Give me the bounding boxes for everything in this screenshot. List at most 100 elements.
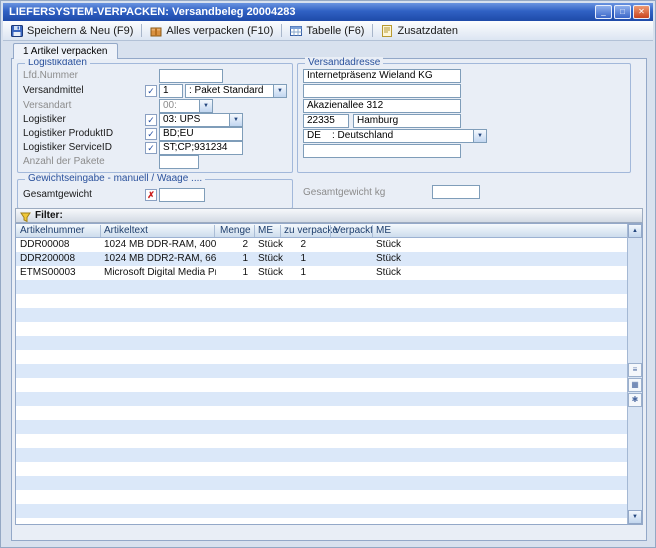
gewichtseingabe-group: Gewichtseingabe - manuell / Waage .... G… (17, 179, 293, 209)
filter-bar[interactable]: Filter: (15, 208, 643, 223)
save-new-button[interactable]: Speichern & Neu (F9) (6, 22, 138, 39)
column-separator (372, 225, 373, 237)
serviceid-edit-check-icon[interactable]: ✓ (145, 142, 157, 154)
pack-all-button[interactable]: Alles verpacken (F10) (145, 22, 278, 39)
table-row-empty[interactable] (16, 378, 627, 392)
vertical-scrollbar[interactable]: ▲ ≡ ▦ ✱ ▼ (627, 224, 642, 524)
logistiker-produktid-field[interactable]: BD;EU (159, 127, 243, 141)
adresse-land-combo[interactable]: DE : Deutschland ▼ (303, 129, 487, 143)
save-icon (11, 25, 23, 37)
versandmittel-value-field[interactable]: 1 (159, 84, 183, 98)
table-row-empty[interactable] (16, 294, 627, 308)
logistiker-label: Logistiker (23, 113, 66, 127)
column-header-me1[interactable]: ME (258, 224, 273, 238)
tab-panel: Logistikdaten Lfd.Nummer Versandmittel ✓… (11, 58, 647, 541)
lfd-nummer-value (163, 70, 219, 82)
table-row-empty[interactable] (16, 434, 627, 448)
table-row[interactable]: DDR200008 1024 MB DDR2-RAM, 667 MHz, PC2… (16, 252, 627, 266)
table-row[interactable]: DDR00008 1024 MB DDR-RAM, 400 MHz, PC-32… (16, 238, 627, 252)
column-header-artikelnummer[interactable]: Artikelnummer (20, 224, 84, 238)
chevron-down-icon[interactable]: ▼ (473, 130, 486, 142)
scroll-up-icon[interactable]: ▲ (628, 224, 642, 238)
lfd-nummer-label: Lfd.Nummer (23, 69, 78, 83)
versandadresse-group: Versandadresse Internetpräsenz Wieland K… (297, 63, 631, 173)
logistikdaten-group: Logistikdaten Lfd.Nummer Versandmittel ✓… (17, 63, 293, 173)
additional-data-button[interactable]: Zusatzdaten (376, 22, 463, 39)
column-header-artikeltext[interactable]: Artikeltext (104, 224, 148, 238)
adresse-ort-field[interactable]: Hamburg (353, 114, 461, 128)
produktid-edit-check-icon[interactable]: ✓ (145, 128, 157, 140)
table-row-empty[interactable] (16, 350, 627, 364)
table-row-empty[interactable] (16, 406, 627, 420)
table-row[interactable]: ETMS00003 Microsoft Digital Media Pro Ke… (16, 266, 627, 280)
cell-me2: Stück (376, 252, 426, 266)
titlebar[interactable]: LIEFERSYSTEM-VERPACKEN: Versandbeleg 200… (3, 3, 653, 21)
gesamtgewicht-clear-icon[interactable]: ✗ (145, 189, 157, 201)
tab-artikel-verpacken[interactable]: 1 Artikel verpacken (13, 43, 118, 59)
lfd-nummer-field[interactable] (159, 69, 223, 83)
table-row-empty[interactable] (16, 490, 627, 504)
table-row-empty[interactable] (16, 462, 627, 476)
cell-artikeltext: 1024 MB DDR-RAM, 400 MHz, PC-3200, Elixi… (104, 238, 216, 252)
anzahl-pakete-field[interactable] (159, 155, 199, 169)
table-button[interactable]: Tabelle (F6) (285, 22, 369, 39)
adresse-zusatz-value (307, 145, 457, 157)
grid-option-button-3[interactable]: ✱ (628, 393, 642, 407)
gesamtgewicht-field[interactable] (159, 188, 205, 202)
chevron-down-icon[interactable]: ▼ (273, 85, 286, 97)
save-new-label: Speichern & Neu (F9) (27, 25, 133, 37)
chevron-down-icon[interactable]: ▼ (229, 114, 242, 126)
table-row-empty[interactable] (16, 364, 627, 378)
table-header: Artikelnummer Artikeltext Menge ME zu ve… (16, 224, 627, 238)
table-row-empty[interactable] (16, 420, 627, 434)
table-row-empty[interactable] (16, 504, 627, 518)
adresse-name1-field[interactable]: Internetpräsenz Wieland KG (303, 69, 461, 83)
logistiker-serviceid-value: ST;CP;931234 (163, 142, 239, 154)
versandmittel-combo[interactable]: : Paket Standard ▼ (185, 84, 287, 98)
gesamtgewicht-kg-field[interactable] (432, 185, 480, 199)
grid-option-button-1[interactable]: ≡ (628, 363, 642, 377)
versandart-combo[interactable]: 00: ▼ (159, 99, 213, 113)
table-row-empty[interactable] (16, 322, 627, 336)
logistiker-produktid-label: Logistiker ProduktID (23, 127, 113, 141)
adresse-zusatz-field[interactable] (303, 144, 461, 158)
adresse-name2-value (307, 85, 457, 97)
table-row-empty[interactable] (16, 336, 627, 350)
versandart-value: 00: (163, 100, 197, 112)
logistiker-edit-check-icon[interactable]: ✓ (145, 114, 157, 126)
column-separator (214, 225, 215, 237)
close-button[interactable]: ✕ (633, 5, 650, 19)
table-row-empty[interactable] (16, 280, 627, 294)
column-header-me2[interactable]: ME (376, 224, 391, 238)
column-header-menge[interactable]: Menge (220, 224, 251, 238)
filter-funnel-icon[interactable] (20, 210, 31, 221)
chevron-down-icon[interactable]: ▼ (199, 100, 212, 112)
grid-option-button-2[interactable]: ▦ (628, 378, 642, 392)
window-controls: _ □ ✕ (595, 5, 650, 19)
gesamtgewicht-kg-label: Gesamtgewicht kg (303, 186, 385, 200)
logistiker-serviceid-field[interactable]: ST;CP;931234 (159, 141, 243, 155)
maximize-button[interactable]: □ (614, 5, 631, 19)
table-row-empty[interactable] (16, 518, 627, 524)
column-header-verpackt[interactable]: Verpackt (334, 224, 373, 238)
app-window: LIEFERSYSTEM-VERPACKEN: Versandbeleg 200… (0, 0, 656, 548)
adresse-strasse-field[interactable]: Akazienallee 312 (303, 99, 461, 113)
cell-artikeltext: Microsoft Digital Media Pro Keyboard (104, 266, 216, 280)
cell-me2: Stück (376, 266, 426, 280)
cell-artikelnummer: DDR00008 (20, 238, 98, 252)
cell-zu-verpacken: 1 (278, 252, 306, 266)
table-row-empty[interactable] (16, 308, 627, 322)
gesamtgewicht-value (163, 189, 201, 201)
logistiker-combo[interactable]: 03: UPS ▼ (159, 113, 243, 127)
logistiker-produktid-value: BD;EU (163, 128, 239, 140)
table-row-empty[interactable] (16, 448, 627, 462)
table-row-empty[interactable] (16, 392, 627, 406)
cell-verpackt (334, 266, 370, 280)
minimize-button[interactable]: _ (595, 5, 612, 19)
article-table: Artikelnummer Artikeltext Menge ME zu ve… (15, 223, 643, 525)
adresse-plz-field[interactable]: 22335 (303, 114, 349, 128)
scroll-down-icon[interactable]: ▼ (628, 510, 642, 524)
adresse-name2-field[interactable] (303, 84, 461, 98)
versandmittel-edit-check-icon[interactable]: ✓ (145, 85, 157, 97)
table-row-empty[interactable] (16, 476, 627, 490)
